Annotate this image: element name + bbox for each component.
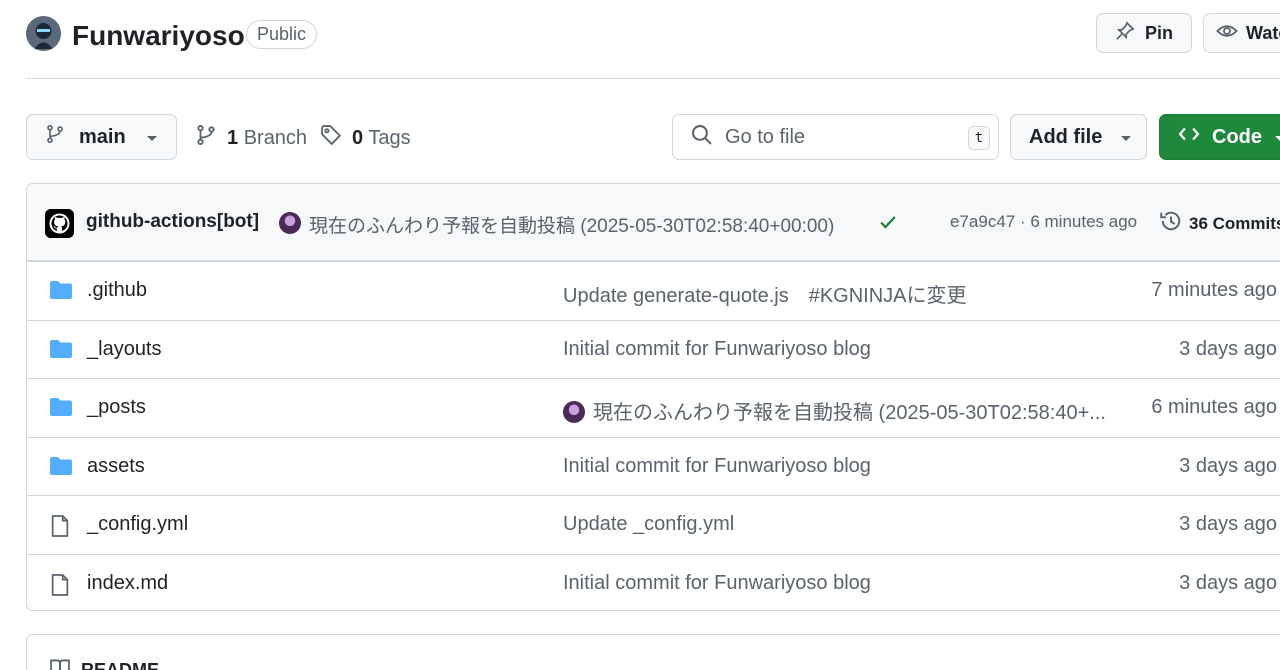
repo-name[interactable]: Funwariyoso xyxy=(72,18,245,54)
branch-name: main xyxy=(79,125,126,148)
folder-icon xyxy=(49,397,73,422)
chevron-down-icon xyxy=(1120,126,1132,149)
file-name[interactable]: index.md xyxy=(87,572,168,595)
file-commit-time: 6 minutes ago xyxy=(1151,396,1277,418)
code-icon xyxy=(1178,123,1200,151)
visibility-badge: Public xyxy=(246,20,318,49)
tags-link[interactable]: 0 Tags xyxy=(320,124,411,152)
repo-owner-avatar[interactable] xyxy=(26,16,61,51)
add-file-button[interactable]: Add file xyxy=(1010,114,1147,160)
branches-count: 1 xyxy=(227,126,239,149)
check-icon[interactable] xyxy=(878,212,898,237)
commit-message[interactable]: 現在のふんわり予報を自動投稿 (2025-05-30T02:58:40+00:0… xyxy=(309,211,834,238)
file-name[interactable]: assets xyxy=(87,455,145,478)
history-icon xyxy=(1159,209,1183,238)
commits-history-link[interactable]: 36 Commits xyxy=(1159,209,1280,238)
file-commit-message[interactable]: Update generate-quote.js #KGNINJAに変更 xyxy=(563,279,967,308)
file-commit-time: 3 days ago xyxy=(1179,337,1277,360)
file-row[interactable]: _config.yml Update _config.yml 3 days ago xyxy=(27,495,1280,554)
folder-icon xyxy=(49,280,73,305)
commits-count: 36 Commits xyxy=(1189,213,1280,233)
code-button[interactable]: Code xyxy=(1159,114,1280,160)
code-label: Code xyxy=(1212,125,1262,148)
header-divider xyxy=(26,78,1280,79)
watch-label: Watch xyxy=(1246,22,1280,43)
tags-label: Tags xyxy=(368,126,411,149)
search-icon xyxy=(691,124,713,151)
git-branch-icon xyxy=(195,124,217,152)
book-icon xyxy=(49,657,71,670)
go-to-file-search[interactable]: t xyxy=(672,114,999,160)
watch-button[interactable]: Watch xyxy=(1203,13,1280,53)
commit-author[interactable]: github-actions[bot] xyxy=(86,211,259,233)
file-row[interactable]: index.md Initial commit for Funwariyoso b… xyxy=(27,553,1280,611)
keyboard-shortcut-hint: t xyxy=(968,126,990,150)
file-icon xyxy=(49,514,71,543)
commit-meta[interactable]: e7a9c47 · 6 minutes ago xyxy=(950,212,1137,232)
repo-header: Funwariyoso Public Pin Watch xyxy=(0,0,1280,79)
github-bot-avatar[interactable] xyxy=(45,209,74,238)
file-row[interactable]: _layouts Initial commit for Funwariyoso b… xyxy=(27,319,1280,379)
commit-avatar xyxy=(563,401,585,423)
branches-label: Branch xyxy=(243,126,308,149)
file-name[interactable]: _config.yml xyxy=(87,513,188,536)
file-icon xyxy=(49,573,71,602)
file-commit-message[interactable]: Initial commit for Funwariyoso blog xyxy=(563,338,871,361)
commit-avatar xyxy=(279,212,301,234)
file-commit-message[interactable]: Update _config.yml xyxy=(563,513,734,536)
chevron-down-icon xyxy=(146,126,158,149)
file-commit-message-text: Initial commit for Funwariyoso blog xyxy=(563,571,871,594)
file-commit-message-text: Update _config.yml xyxy=(563,513,735,535)
branches-link[interactable]: 1 Branch xyxy=(195,124,307,152)
latest-commit-bar: github-actions[bot] 現在のふんわり予報を自動投稿 (2025… xyxy=(27,184,1280,261)
file-name[interactable]: _layouts xyxy=(87,338,162,361)
file-name[interactable]: _posts xyxy=(87,396,146,419)
pin-icon xyxy=(1115,20,1135,46)
pin-label: Pin xyxy=(1145,22,1174,43)
file-row[interactable]: assets Initial commit for Funwariyoso blo… xyxy=(27,436,1280,496)
add-file-label: Add file xyxy=(1029,125,1103,148)
readme-label: README xyxy=(81,660,160,670)
search-input[interactable] xyxy=(725,125,945,149)
file-commit-message[interactable]: 現在のふんわり予報を自動投稿 (2025-05-30T02:58:40+... xyxy=(563,396,1106,425)
file-commit-time: 3 days ago xyxy=(1179,454,1277,477)
git-branch-icon xyxy=(45,124,65,150)
file-listing: github-actions[bot] 現在のふんわり予報を自動投稿 (2025… xyxy=(26,183,1280,611)
file-row[interactable]: .github Update generate-quote.js #KGNINJA… xyxy=(27,261,1280,320)
file-row[interactable]: _posts 現在のふんわり予報を自動投稿 (2025-05-30T02:58:4… xyxy=(27,378,1280,437)
file-commit-message[interactable]: Initial commit for Funwariyoso blog xyxy=(563,455,871,478)
eye-icon xyxy=(1216,20,1238,47)
file-name[interactable]: .github xyxy=(87,279,147,302)
tags-count: 0 xyxy=(352,126,364,149)
file-commit-time: 3 days ago xyxy=(1179,571,1277,594)
file-commit-message-text: 現在のふんわり予報を自動投稿 (2025-05-30T02:58:40+... xyxy=(593,402,1106,424)
file-commit-message[interactable]: Initial commit for Funwariyoso blog xyxy=(563,572,871,595)
branch-selector[interactable]: main xyxy=(26,114,177,160)
file-commit-message-text: Update generate-quote.js #KGNINJAに変更 xyxy=(563,285,967,307)
chevron-down-icon xyxy=(1274,126,1280,149)
readme-tab[interactable]: README xyxy=(49,657,159,670)
file-commit-message-text: Initial commit for Funwariyoso blog xyxy=(563,337,871,360)
pin-button[interactable]: Pin xyxy=(1096,13,1192,53)
tag-icon xyxy=(320,124,342,152)
folder-icon xyxy=(49,456,73,481)
folder-icon xyxy=(49,339,73,364)
file-commit-time: 3 days ago xyxy=(1179,513,1277,535)
file-commit-time: 7 minutes ago xyxy=(1151,279,1277,301)
readme-panel: README xyxy=(26,634,1280,670)
file-commit-message-text: Initial commit for Funwariyoso blog xyxy=(563,454,871,477)
